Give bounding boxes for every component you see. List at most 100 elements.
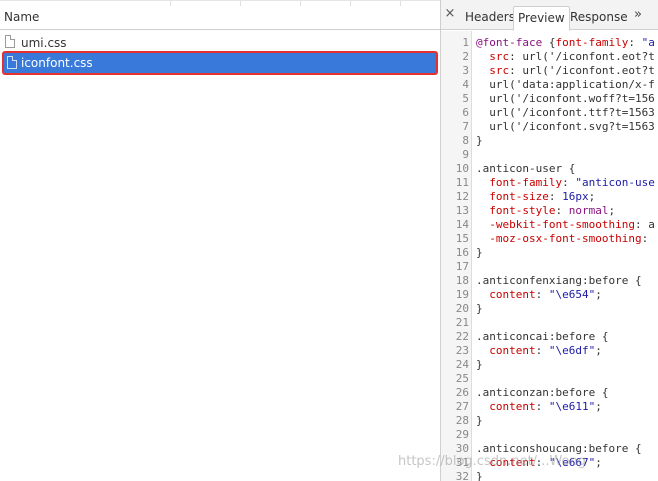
request-name: iconfont.css — [21, 56, 93, 70]
code-text: .anticonzan:before { — [476, 386, 608, 400]
code-line: 13 font-style: normal; — [441, 204, 658, 218]
code-text: } — [476, 134, 483, 148]
code-token: url('data:application/x-f — [476, 78, 655, 91]
line-number: 6 — [462, 106, 469, 119]
line-number: 28 — [455, 414, 469, 427]
code-token: : — [535, 400, 549, 413]
request-row-iconfont-css[interactable]: iconfont.css — [2, 51, 438, 75]
line-number: 16 — [455, 246, 469, 259]
preview-code-view[interactable]: 1 @font-face {font-family: "a 2 src: url('… — [441, 31, 658, 481]
code-token: -moz-osx-font-smoothing — [476, 232, 642, 245]
line-number: 13 — [455, 204, 469, 217]
code-line: 24} — [441, 358, 658, 372]
code-token: "\e6df" — [548, 344, 596, 357]
code-text: .anticon-user { — [476, 162, 575, 176]
code-text: } — [476, 246, 483, 260]
code-line: 32} — [441, 470, 658, 481]
code-token: url('/iconfont.svg?t=1563 — [476, 120, 655, 133]
line-number: 21 — [455, 316, 469, 329]
code-token: : — [555, 204, 569, 217]
code-line: 3 src: url('/iconfont.eot?t — [441, 64, 658, 78]
code-line: 19 content: "\e654"; — [441, 288, 658, 302]
code-text: } — [476, 302, 483, 316]
code-text: content: "\e667"; — [476, 456, 602, 470]
line-number: 31 — [455, 456, 469, 469]
code-line: 10 .anticon-user { — [441, 162, 658, 176]
code-token: @font-face — [476, 36, 543, 49]
code-line: 12 font-size: 16px; — [441, 190, 658, 204]
request-detail-pane: × Headers Preview Response » 1 @font-face… — [441, 0, 658, 481]
code-line: 7 url('/iconfont.svg?t=1563 — [441, 120, 658, 134]
code-token: font-family — [555, 36, 629, 49]
line-number: 11 — [455, 176, 469, 189]
line-number: 15 — [455, 232, 469, 245]
code-token: : — [548, 190, 563, 203]
code-token: : — [535, 344, 549, 357]
code-line: 20} — [441, 302, 658, 316]
close-icon[interactable]: × — [444, 7, 456, 20]
line-number: 29 — [455, 428, 469, 441]
code-token: { — [628, 442, 642, 455]
line-number: 27 — [455, 400, 469, 413]
line-number: 19 — [455, 288, 469, 301]
line-number: 30 — [455, 442, 469, 455]
line-number: 32 — [455, 470, 469, 481]
code-token: { — [595, 330, 609, 343]
code-token: font-size — [476, 190, 549, 203]
tab-headers[interactable]: Headers — [461, 6, 519, 29]
code-token: .anticonzan:before — [476, 386, 596, 399]
code-text: } — [476, 470, 483, 481]
code-token: } — [476, 414, 483, 427]
code-token: font-family — [476, 176, 563, 189]
code-text: content: "\e6df"; — [476, 344, 602, 358]
line-number: 9 — [462, 148, 469, 161]
code-token: -webkit-font-smoothing — [476, 218, 635, 231]
code-token: url('/iconfont.eot?t — [522, 64, 655, 77]
code-line: 28} — [441, 414, 658, 428]
code-token: ; — [595, 400, 602, 413]
line-number: 23 — [455, 344, 469, 357]
code-token: .anticoncai:before — [476, 330, 596, 343]
code-text: } — [476, 414, 483, 428]
code-text: .anticonfenxiang:before { — [476, 274, 642, 288]
code-token: src — [476, 64, 510, 77]
line-number: 17 — [455, 260, 469, 273]
tab-response[interactable]: Response — [566, 6, 632, 29]
code-token: } — [476, 134, 483, 147]
code-token: url('/iconfont.eot?t — [522, 50, 655, 63]
line-number: 1 — [462, 36, 469, 49]
code-token: : — [562, 176, 576, 189]
code-line: 22 .anticoncai:before { — [441, 330, 658, 344]
code-token: : — [509, 64, 523, 77]
code-token: { — [542, 36, 556, 49]
code-token: : — [641, 232, 655, 245]
code-token: } — [476, 302, 483, 315]
column-separator — [170, 1, 171, 6]
chevron-double-right-icon[interactable]: » — [634, 7, 642, 22]
code-line: 6 url('/iconfont.ttf?t=1563 — [441, 106, 658, 120]
code-text: .anticonshoucang:before { — [476, 442, 642, 456]
code-line: 16} — [441, 246, 658, 260]
code-line: 17 — [441, 260, 658, 274]
file-icon — [5, 35, 15, 48]
code-token: : — [628, 36, 642, 49]
line-number: 5 — [462, 92, 469, 105]
code-line: 14 -webkit-font-smoothing: a — [441, 218, 658, 232]
code-token: normal — [568, 204, 609, 217]
code-token: 16px — [562, 190, 589, 203]
code-text: src: url('/iconfont.eot?t — [476, 50, 655, 64]
name-column-header[interactable]: Name — [4, 10, 39, 24]
code-token: ; — [595, 456, 602, 469]
code-token: { — [628, 274, 642, 287]
code-line: 1 @font-face {font-family: "a — [441, 36, 658, 50]
code-token: "a — [641, 36, 655, 49]
code-token: { — [595, 386, 609, 399]
request-row-umi-css[interactable]: umi.css — [0, 32, 440, 53]
line-number: 8 — [462, 134, 469, 147]
code-line: 15 -moz-osx-font-smoothing: — [441, 232, 658, 246]
tab-preview[interactable]: Preview — [513, 6, 570, 31]
file-icon — [7, 56, 17, 69]
code-token: { — [562, 162, 576, 175]
column-separator — [240, 1, 241, 6]
code-token: content — [476, 456, 536, 469]
